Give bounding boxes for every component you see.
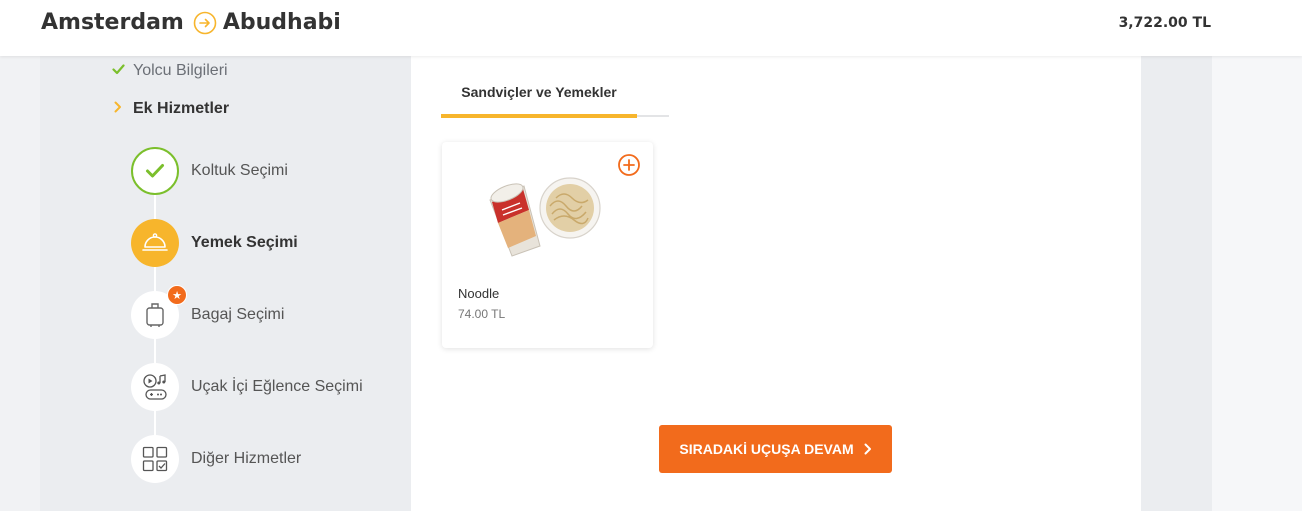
star-badge-icon: ★ [167,285,187,305]
sub-step-entertainment[interactable]: Uçak İçi Eğlence Seçimi [131,363,363,411]
step-circle [131,363,179,411]
sub-step-label: Koltuk Seçimi [191,162,288,179]
cloche-icon [142,233,168,251]
route-title: Amsterdam Abudhabi [41,10,341,35]
step-passenger-info[interactable]: Yolcu Bilgileri [111,62,228,80]
sub-step-label: Bagaj Seçimi [191,306,285,323]
sub-step-label: Uçak İçi Eğlence Seçimi [191,378,363,395]
add-item-icon[interactable] [617,153,641,177]
continue-button-label: SIRADAKİ UÇUŞA DEVAM [679,441,854,457]
chevron-right-icon [111,100,125,118]
meal-selection-panel: Sandviçler ve Yemekler Noodle 74.00 TL S… [411,56,1141,511]
sub-step-label: Yemek Seçimi [191,234,298,251]
luggage-icon [146,303,164,327]
sub-step-baggage[interactable]: ★ Bagaj Seçimi [131,285,285,339]
sub-step-meal[interactable]: Yemek Seçimi [131,219,298,267]
grid-icon [142,446,168,472]
step-circle [131,435,179,483]
check-icon [111,62,125,80]
step-circle [131,219,179,267]
step-label: Ek Hizmetler [133,100,230,117]
tab-sandwiches-meals[interactable]: Sandviçler ve Yemekler [441,84,637,118]
step-circle: ★ [131,285,187,339]
noodle-product-image [489,177,601,257]
step-label: Yolcu Bilgileri [133,62,228,79]
destination-city: Abudhabi [222,10,341,35]
steps-sidebar: Yolcu Bilgileri Ek Hizmetler Koltuk Seçi… [40,56,410,511]
product-name: Noodle [458,286,500,301]
sub-step-seat[interactable]: Koltuk Seçimi [131,147,288,195]
total-price: 3,722.00 TL [1118,15,1211,31]
sub-step-label: Diğer Hizmetler [191,450,302,467]
origin-city: Amsterdam [41,10,184,35]
arrow-right-circle-icon [193,11,217,34]
active-tab-indicator [441,114,637,118]
flight-header: Amsterdam Abudhabi 3,722.00 TL [0,0,1302,56]
check-icon [146,164,164,178]
chevron-right-icon [864,443,871,455]
product-price: 74.00 TL [458,307,506,321]
step-extra-services[interactable]: Ek Hizmetler [111,100,229,118]
sub-step-other[interactable]: Diğer Hizmetler [131,435,301,483]
continue-next-flight-button[interactable]: SIRADAKİ UÇUŞA DEVAM [659,425,892,473]
step-circle [131,147,179,195]
entertainment-icon [143,374,167,400]
right-rail [1212,56,1302,511]
product-card[interactable]: Noodle 74.00 TL [442,142,653,348]
